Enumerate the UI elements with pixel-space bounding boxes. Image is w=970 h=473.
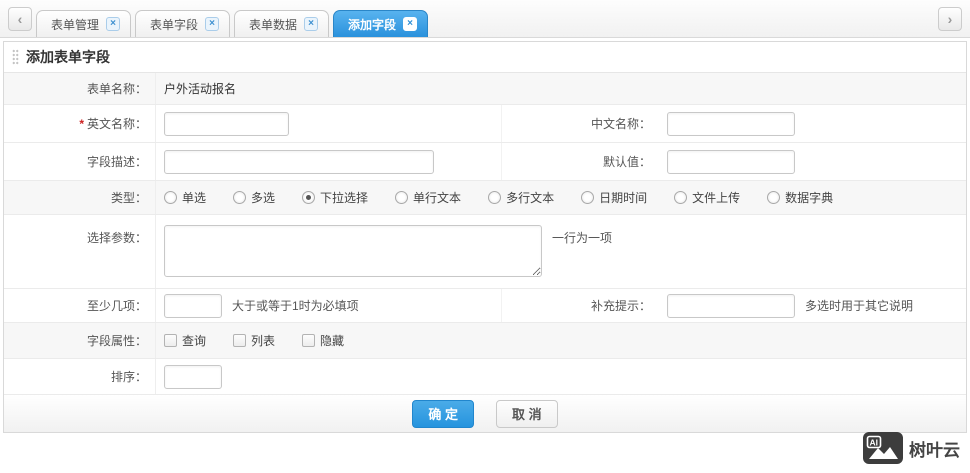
watermark-text: 树叶云: [909, 440, 960, 460]
radio-icon: [581, 191, 595, 204]
tab-label: 表单管理: [51, 17, 100, 32]
type-option-multi-line-text[interactable]: 多行文本: [488, 189, 554, 206]
cancel-button[interactable]: 取 消: [496, 399, 558, 428]
field-attrs-label: 字段属性：: [4, 323, 156, 358]
form-row-choice-params: 选择参数： 一行为一项: [4, 215, 966, 289]
panel-header: 添加表单字段: [4, 42, 966, 73]
tab-form-management[interactable]: 表单管理 ×: [36, 10, 132, 37]
attr-option-query[interactable]: 查询: [164, 332, 206, 349]
type-option-dropdown[interactable]: 下拉选择: [302, 189, 368, 206]
radio-icon: [395, 191, 409, 204]
tab-list: 表单管理 × 表单字段 × 表单数据 × 添加字段 ×: [36, 10, 938, 37]
radio-icon: [488, 191, 502, 204]
form-footer: 确 定 取 消: [4, 395, 966, 432]
extra-tip-input[interactable]: [667, 293, 795, 318]
tab-scroll-left-button[interactable]: ‹: [8, 7, 32, 31]
chinese-name-input[interactable]: [667, 111, 795, 136]
english-name-label: * 英文名称：: [4, 105, 156, 142]
checkbox-icon: [164, 334, 177, 347]
type-option-single-choice[interactable]: 单选: [164, 189, 206, 206]
ok-button[interactable]: 确 定: [412, 399, 474, 428]
add-form-field-panel: 添加表单字段 表单名称： 户外活动报名 * 英文名称： 中文名称： 字段描述： …: [3, 41, 967, 433]
required-asterisk: *: [79, 116, 84, 131]
watermark-logo: AI 树叶云: [863, 432, 960, 464]
tab-label: 表单字段: [150, 17, 199, 32]
tab-bar: ‹ 表单管理 × 表单字段 × 表单数据 × 添加字段 × ›: [0, 0, 970, 38]
default-value-input[interactable]: [667, 149, 795, 174]
chinese-name-label: 中文名称：: [501, 105, 659, 142]
tab-form-data[interactable]: 表单数据 ×: [234, 10, 330, 37]
close-icon[interactable]: ×: [205, 17, 220, 31]
tab-label: 表单数据: [249, 17, 298, 32]
close-icon[interactable]: ×: [403, 17, 418, 31]
form-row-min-items: 至少几项： 大于或等于1时为必填项 补充提示： 多选时用于其它说明: [4, 289, 966, 323]
choice-params-label: 选择参数：: [4, 215, 156, 288]
svg-text:AI: AI: [870, 438, 879, 448]
extra-tip-label: 补充提示：: [501, 289, 659, 322]
attr-option-list[interactable]: 列表: [233, 332, 275, 349]
tab-label: 添加字段: [348, 17, 397, 32]
checkbox-icon: [302, 334, 316, 347]
radio-icon: [674, 191, 688, 204]
tab-scroll-right-button[interactable]: ›: [938, 7, 962, 31]
type-option-file-upload[interactable]: 文件上传: [674, 189, 740, 206]
ai-picture-icon: AI: [863, 432, 903, 464]
type-options: 单选 多选 下拉选择 单行文本 多行文本 日期时间 文件上传 数据字典: [156, 189, 966, 206]
radio-checked-icon: [302, 191, 316, 204]
form-row-form-name: 表单名称： 户外活动报名: [4, 73, 966, 105]
english-name-input[interactable]: [164, 111, 289, 136]
field-desc-input[interactable]: [164, 149, 434, 174]
form-row-sort: 排序：: [4, 359, 966, 395]
radio-icon: [767, 191, 781, 204]
type-option-multi-choice[interactable]: 多选: [233, 189, 275, 206]
close-icon[interactable]: ×: [106, 17, 121, 31]
chevron-right-icon: ›: [947, 11, 953, 27]
form-row-desc-default: 字段描述： 默认值：: [4, 143, 966, 181]
min-items-input[interactable]: [164, 293, 222, 318]
radio-icon: [164, 191, 177, 204]
form-row-names: * 英文名称： 中文名称：: [4, 105, 966, 143]
choice-params-hint: 一行为一项: [552, 231, 613, 245]
attr-option-hidden[interactable]: 隐藏: [302, 332, 344, 349]
type-label: 类型：: [4, 181, 156, 214]
tab-form-fields[interactable]: 表单字段 ×: [135, 10, 231, 37]
form-row-field-attrs: 字段属性： 查询 列表 隐藏: [4, 323, 966, 359]
field-desc-label: 字段描述：: [4, 143, 156, 180]
type-option-single-line-text[interactable]: 单行文本: [395, 189, 461, 206]
form-name-value: 户外活动报名: [164, 82, 237, 96]
type-option-data-dictionary[interactable]: 数据字典: [767, 189, 833, 206]
field-attrs-options: 查询 列表 隐藏: [156, 332, 966, 349]
min-items-label: 至少几项：: [4, 289, 156, 322]
panel-title: 添加表单字段: [26, 49, 110, 65]
form-row-type: 类型： 单选 多选 下拉选择 单行文本 多行文本 日期时间 文件上传 数据字典: [4, 181, 966, 215]
radio-icon: [233, 191, 247, 204]
screen: ‹ 表单管理 × 表单字段 × 表单数据 × 添加字段 × › 添加表单字段 表…: [0, 0, 970, 473]
panel-grip-icon: [12, 49, 19, 65]
tab-add-field-active[interactable]: 添加字段 ×: [333, 10, 429, 37]
sort-label: 排序：: [4, 359, 156, 394]
sort-input[interactable]: [164, 364, 222, 389]
type-option-datetime[interactable]: 日期时间: [581, 189, 647, 206]
chevron-left-icon: ‹: [17, 11, 23, 27]
min-items-hint: 大于或等于1时为必填项: [232, 299, 359, 313]
close-icon[interactable]: ×: [304, 17, 319, 31]
choice-params-textarea[interactable]: [164, 225, 542, 277]
default-value-label: 默认值：: [501, 143, 659, 180]
checkbox-icon: [233, 334, 247, 347]
extra-tip-hint: 多选时用于其它说明: [805, 299, 914, 313]
form-name-label: 表单名称：: [4, 73, 156, 104]
